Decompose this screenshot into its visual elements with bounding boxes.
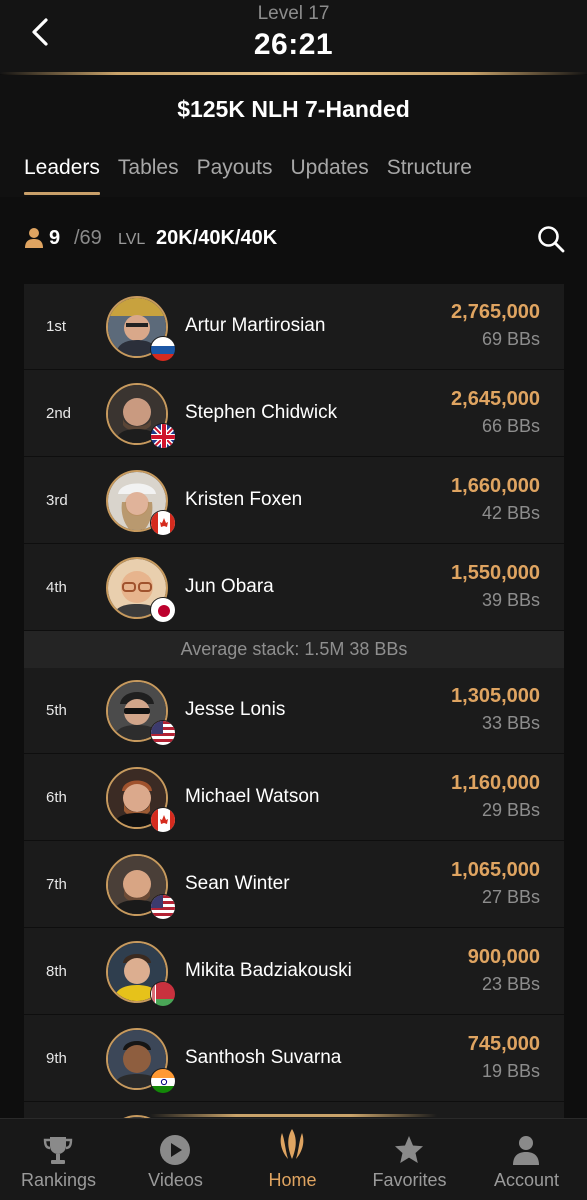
chip-count: 900,000	[467, 946, 540, 968]
player-name: Michael Watson	[185, 786, 320, 807]
tab-payouts[interactable]: Payouts	[197, 156, 273, 196]
tab-structure[interactable]: Structure	[387, 156, 472, 196]
big-blinds: 69 BBs	[481, 329, 540, 349]
tab-bar: Leaders Tables Payouts Updates Structure	[24, 156, 490, 196]
big-blinds: 29 BBs	[481, 800, 540, 820]
nav-rankings[interactable]: Rankings	[0, 1119, 117, 1200]
leader-row[interactable]: 6th Michael Watson 1,160,000 29 BBs	[24, 755, 564, 841]
chip-count: 1,305,000	[451, 685, 540, 707]
person-icon	[513, 1136, 539, 1165]
play-icon	[160, 1135, 190, 1165]
canada-flag-icon	[150, 807, 176, 833]
nav-label: Home	[268, 1170, 317, 1190]
russia-flag-icon	[150, 336, 176, 362]
nav-label: Favorites	[372, 1170, 447, 1190]
player-name: Mikita Badziakouski	[185, 960, 352, 981]
rank-label: 3rd	[46, 492, 68, 509]
level-tag: LVL	[118, 231, 146, 248]
bottom-nav: Rankings Videos Home Favorites Account	[0, 1118, 587, 1200]
level-clock: 26:21	[253, 28, 334, 61]
player-name: Artur Martirosian	[185, 315, 326, 336]
big-blinds: 42 BBs	[481, 503, 540, 523]
rank-label: 9th	[46, 1050, 67, 1067]
players-remaining: 9	[49, 227, 61, 249]
tab-leaders[interactable]: Leaders	[24, 156, 100, 196]
player-name: Kristen Foxen	[185, 489, 303, 510]
rank-label: 1st	[46, 318, 67, 335]
big-blinds: 39 BBs	[481, 590, 540, 610]
star-icon	[395, 1136, 423, 1163]
leader-row[interactable]: 2nd Stephen Chidwick 2,645,000 66 BBs	[24, 371, 564, 457]
leader-row[interactable]: 9th Santhosh Suvarna 745,000 19 BBs	[24, 1016, 564, 1102]
event-title: $125K NLH 7-Handed	[177, 96, 410, 122]
japan-flag-icon	[150, 597, 176, 623]
nav-label: Videos	[148, 1170, 203, 1190]
players-total: /69	[74, 227, 102, 249]
rank-label: 8th	[46, 963, 67, 980]
player-name: Santhosh Suvarna	[185, 1047, 342, 1068]
chip-count: 1,160,000	[451, 772, 540, 794]
rank-label: 4th	[46, 579, 67, 596]
trophy-icon	[43, 1137, 73, 1164]
usa-flag-icon	[150, 894, 176, 920]
stats-row: 9 /69 LVL 20K/40K/40K	[24, 224, 569, 254]
leader-row[interactable]: 3rd Kristen Foxen 1,660,000 42 BBs	[24, 458, 564, 544]
rank-label: 7th	[46, 876, 67, 893]
triton-logo-icon	[280, 1129, 304, 1159]
blinds-value: 20K/40K/40K	[156, 227, 278, 249]
nav-label: Account	[493, 1170, 560, 1190]
chip-count: 2,765,000	[451, 301, 540, 323]
rank-label: 6th	[46, 789, 67, 806]
chip-count: 1,660,000	[451, 475, 540, 497]
player-name: Stephen Chidwick	[185, 402, 338, 423]
chip-count: 2,645,000	[451, 388, 540, 410]
nav-home[interactable]: Home	[234, 1119, 351, 1200]
average-stack: Average stack: 1.5M 38 BBs	[24, 631, 564, 668]
player-name: Sean Winter	[185, 873, 290, 894]
belarus-flag-icon	[150, 981, 176, 1007]
leaderboard: 1st Artur Martirosian 2,765,000 69 BBs 2…	[24, 284, 564, 1120]
nav-favorites[interactable]: Favorites	[351, 1119, 468, 1200]
nav-divider	[150, 1114, 437, 1117]
player-name: Jun Obara	[185, 576, 274, 597]
big-blinds: 19 BBs	[481, 1061, 540, 1081]
search-icon[interactable]	[536, 224, 566, 254]
big-blinds: 33 BBs	[481, 713, 540, 733]
canada-flag-icon	[150, 510, 176, 536]
tab-tables[interactable]: Tables	[118, 156, 179, 196]
leader-row[interactable]: 8th Mikita Badziakouski 900,000 23 BBs	[24, 929, 564, 1015]
top-bar: Level 17 26:21	[0, 0, 587, 74]
player-name: Jesse Lonis	[185, 699, 286, 720]
nav-videos[interactable]: Videos	[117, 1119, 234, 1200]
chip-count: 1,550,000	[451, 562, 540, 584]
big-blinds: 23 BBs	[481, 974, 540, 994]
leader-row[interactable]: 4th Jun Obara 1,550,000 39 BBs	[24, 545, 564, 631]
india-flag-icon	[150, 1068, 176, 1094]
big-blinds: 27 BBs	[481, 887, 540, 907]
usa-flag-icon	[150, 720, 176, 746]
uk-flag-icon	[150, 423, 176, 449]
nav-label: Rankings	[20, 1170, 97, 1190]
leader-row[interactable]: 5th Jesse Lonis 1,305,000 33 BBs	[24, 668, 564, 754]
level-label: Level 17	[257, 3, 330, 24]
rank-label: 2nd	[46, 405, 72, 422]
rank-label: 5th	[46, 702, 67, 719]
big-blinds: 66 BBs	[481, 416, 540, 436]
chip-count: 745,000	[467, 1033, 540, 1055]
leader-row[interactable]: 7th Sean Winter 1,065,000 27 BBs	[24, 842, 564, 928]
tab-updates[interactable]: Updates	[290, 156, 368, 196]
nav-account[interactable]: Account	[468, 1119, 585, 1200]
chip-count: 1,065,000	[451, 859, 540, 881]
person-icon	[25, 228, 43, 248]
leader-row[interactable]: 1st Artur Martirosian 2,765,000 69 BBs	[24, 284, 564, 370]
